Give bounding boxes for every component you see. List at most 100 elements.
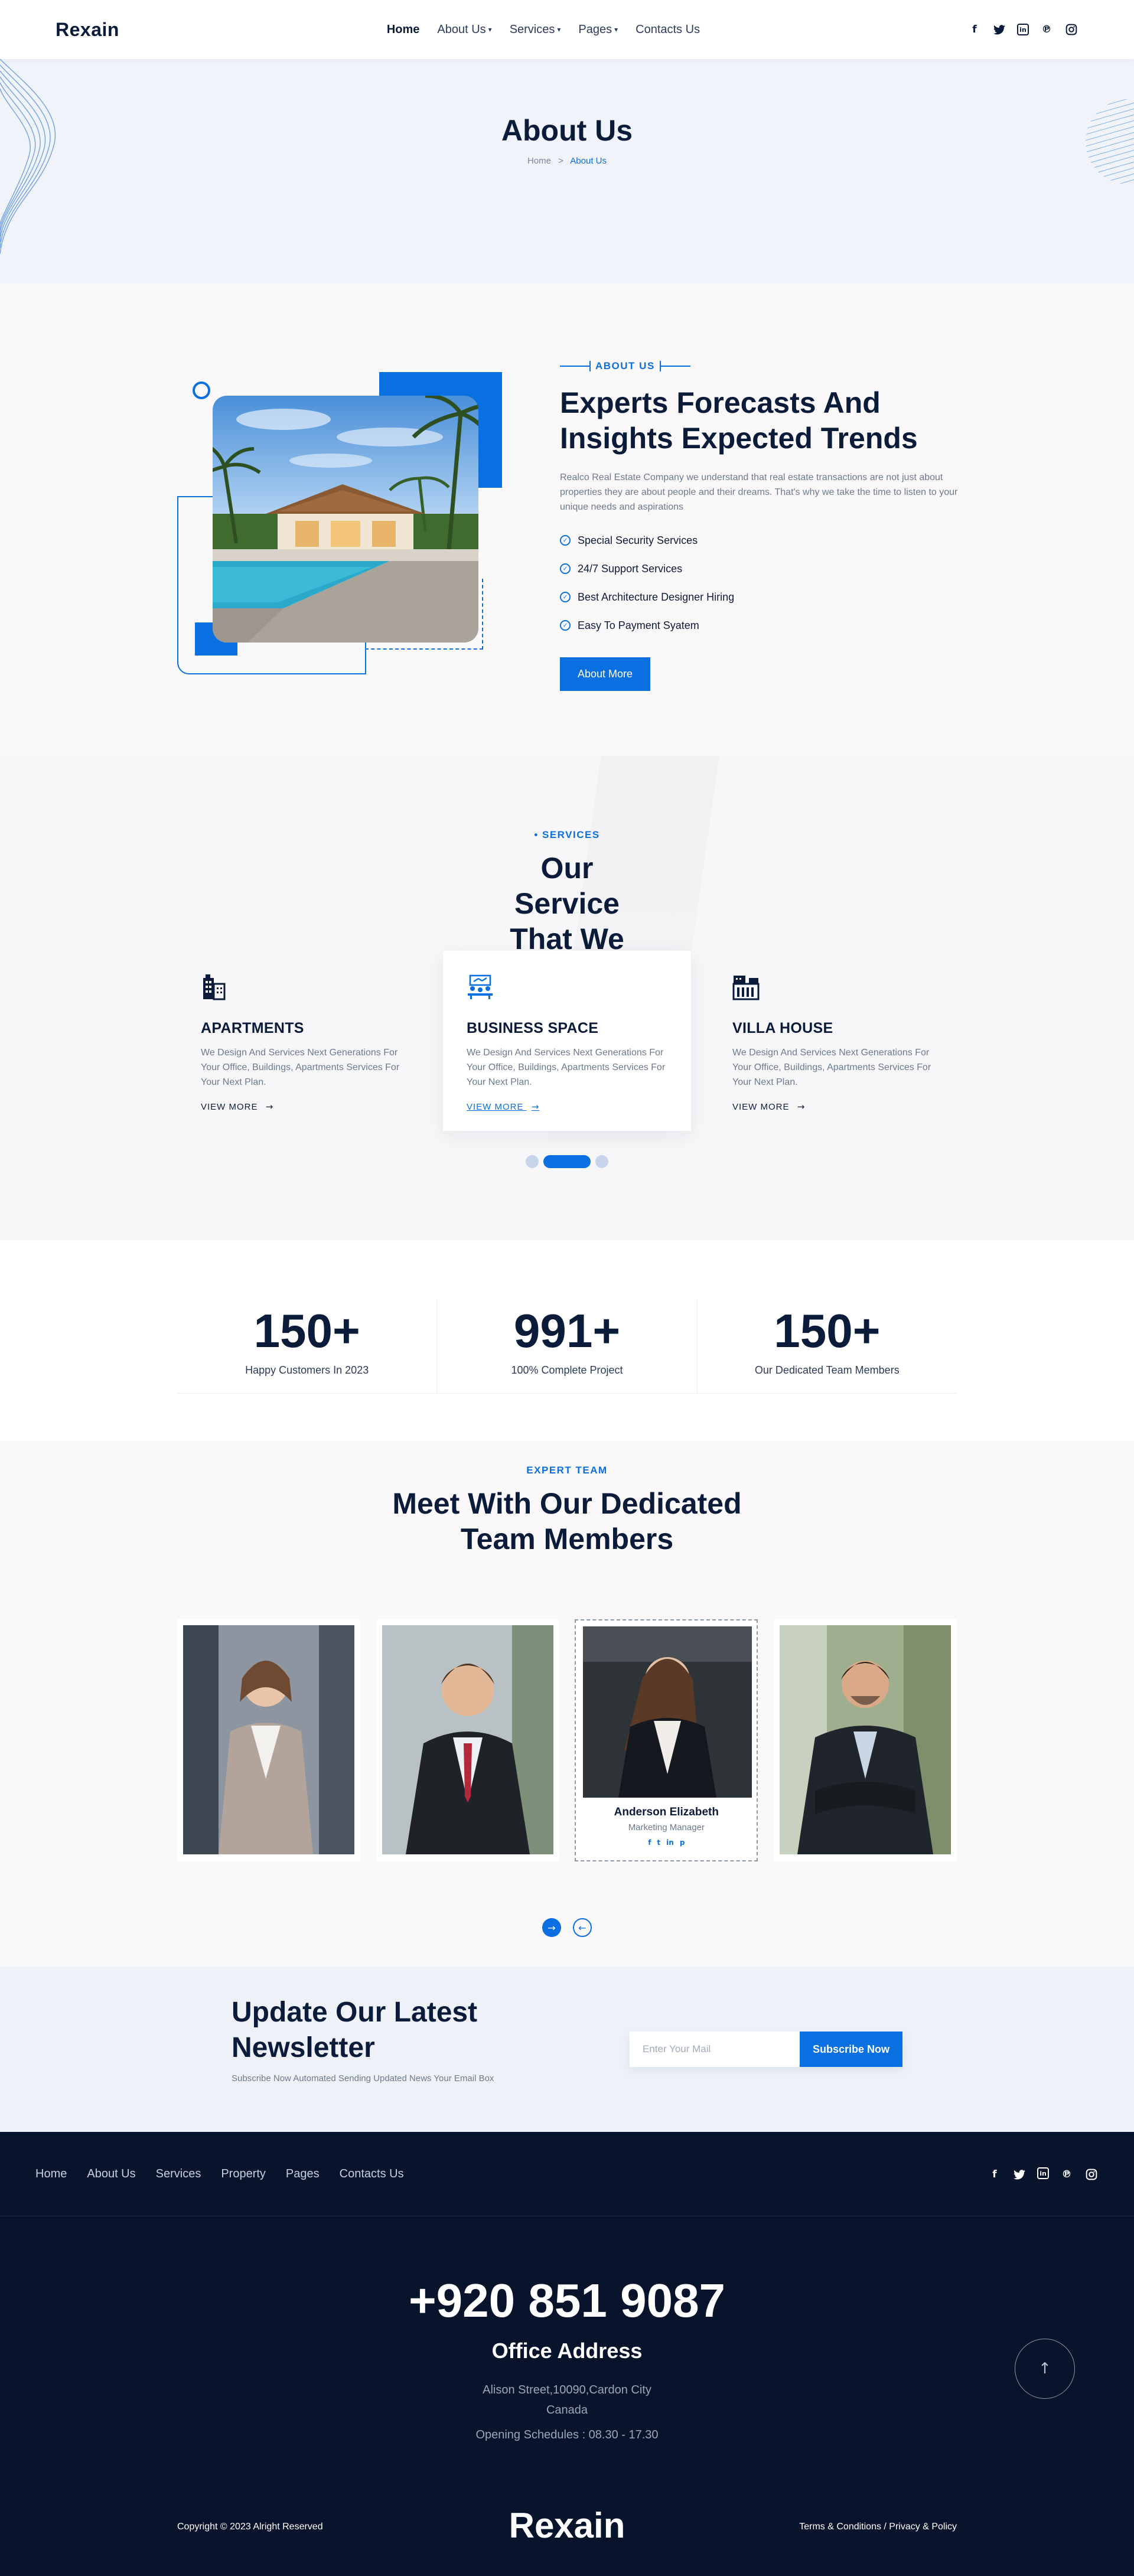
view-more-link[interactable]: VIEW MORE → bbox=[201, 1101, 273, 1112]
newsletter-form: Subscribe Now bbox=[630, 2032, 902, 2067]
villa-icon bbox=[732, 976, 760, 1000]
nav-item-pages[interactable]: Pages ▾ bbox=[578, 23, 618, 37]
view-more-link[interactable]: VIEW MORE → bbox=[732, 1101, 805, 1112]
header-socials: f in ℗ bbox=[967, 22, 1078, 37]
eyebrow-label: ABOUT US bbox=[595, 360, 655, 371]
nav-item-home[interactable]: Home bbox=[387, 23, 420, 37]
feature-label: Easy To Payment Syatem bbox=[578, 619, 699, 631]
newsletter-text: Subscribe Now Automated Sending Updated … bbox=[232, 2073, 494, 2083]
stat-item: 991+ 100% Complete Project bbox=[437, 1299, 698, 1393]
section-eyebrow: ABOUT US bbox=[560, 360, 962, 372]
about-heading: Experts Forecasts And Insights Expected … bbox=[560, 386, 918, 455]
footer-link-pages[interactable]: Pages bbox=[286, 2167, 320, 2181]
service-title: VILLA HOUSE bbox=[732, 1020, 833, 1036]
nav-item-label: Services bbox=[509, 22, 555, 36]
team-members: Anderson Elizabeth Marketing Manager f t… bbox=[177, 1619, 957, 1861]
check-circle-icon: ✓ bbox=[560, 563, 571, 574]
linkedin-icon[interactable]: in bbox=[1016, 24, 1029, 35]
nav-item-contacts-us[interactable]: Contacts Us bbox=[636, 23, 700, 37]
facebook-icon[interactable]: f bbox=[967, 22, 982, 37]
wave-lines-decoration bbox=[0, 59, 56, 255]
team-member-card[interactable] bbox=[177, 1619, 360, 1861]
nav-item-label: Pages bbox=[578, 22, 612, 36]
stats-section: 150+ Happy Customers In 2023 991+ 100% C… bbox=[0, 1240, 1134, 1441]
about-content: ABOUT US Experts Forecasts And Insights … bbox=[560, 360, 962, 691]
footer-link-services[interactable]: Services bbox=[156, 2167, 201, 2181]
facebook-icon[interactable]: f bbox=[988, 2167, 1002, 2182]
hatched-circle-decoration bbox=[1086, 99, 1134, 184]
site-logo[interactable]: Rexain bbox=[56, 19, 119, 41]
chevron-down-icon: ▾ bbox=[614, 25, 618, 34]
scroll-to-top-button[interactable]: ↑ bbox=[1015, 2339, 1075, 2399]
email-field[interactable] bbox=[630, 2032, 800, 2067]
terms-privacy-link[interactable]: Terms & Conditions / Privacy & Policy bbox=[799, 2522, 957, 2532]
team-member-card-active[interactable]: Anderson Elizabeth Marketing Manager f t… bbox=[575, 1619, 758, 1861]
twitter-icon[interactable]: t bbox=[657, 1838, 660, 1847]
pinterest-icon[interactable]: ℗ bbox=[1060, 2167, 1074, 2182]
footer-link-property[interactable]: Property bbox=[221, 2167, 266, 2181]
service-cards: APARTMENTS We Design And Services Next G… bbox=[177, 951, 957, 1131]
stat-item: 150+ Happy Customers In 2023 bbox=[177, 1299, 438, 1393]
twitter-icon[interactable] bbox=[1012, 2167, 1027, 2182]
stat-value: 150+ bbox=[774, 1305, 881, 1357]
pinterest-icon[interactable]: p bbox=[680, 1838, 685, 1847]
meeting-icon bbox=[468, 974, 493, 999]
carousel-dot-active[interactable] bbox=[543, 1155, 591, 1168]
arrow-right-icon: → bbox=[531, 1101, 540, 1112]
check-circle-icon: ✓ bbox=[560, 592, 571, 602]
stat-value: 991+ bbox=[513, 1305, 621, 1357]
view-more-label: VIEW MORE bbox=[467, 1102, 524, 1112]
arrow-left-icon[interactable]: ← bbox=[573, 1918, 592, 1937]
pinterest-icon[interactable]: ℗ bbox=[1040, 22, 1054, 37]
team-member-photo bbox=[183, 1625, 354, 1854]
feature-list: ✓ Special Security Services ✓ 24/7 Support… bbox=[560, 526, 962, 640]
about-more-button[interactable]: About More bbox=[560, 657, 651, 691]
footer-link-home[interactable]: Home bbox=[35, 2167, 67, 2181]
footer-phone[interactable]: +920 851 9087 bbox=[0, 2274, 1134, 2328]
footer-link-about-us[interactable]: About Us bbox=[87, 2167, 135, 2181]
breadcrumb-home[interactable]: Home bbox=[527, 156, 551, 166]
section-eyebrow: EXPERT TEAM bbox=[526, 1465, 608, 1476]
footer-logo[interactable]: Rexain bbox=[0, 2505, 1134, 2546]
service-card[interactable]: APARTMENTS We Design And Services Next G… bbox=[177, 951, 425, 1131]
carousel-dot[interactable] bbox=[526, 1155, 539, 1168]
service-card[interactable]: BUSINESS SPACE We Design And Services Ne… bbox=[443, 951, 691, 1131]
team-member-photo bbox=[382, 1625, 553, 1854]
feature-item: ✓ Special Security Services bbox=[560, 526, 962, 555]
about-image-group bbox=[177, 372, 508, 679]
stat-item: 150+ Our Dedicated Team Members bbox=[698, 1299, 957, 1393]
service-card[interactable]: VILLA HOUSE We Design And Services Next … bbox=[709, 951, 957, 1131]
nav-item-services[interactable]: Services ▾ bbox=[510, 23, 561, 37]
twitter-icon[interactable] bbox=[992, 22, 1006, 37]
linkedin-icon[interactable]: in bbox=[666, 1838, 674, 1847]
about-description: Realco Real Estate Company we understand… bbox=[560, 472, 958, 512]
office-address: Alison Street,10090,Cardon City Canada bbox=[0, 2380, 1134, 2420]
team-carousel-nav: → ← bbox=[542, 1918, 592, 1937]
stat-value: 150+ bbox=[253, 1305, 360, 1357]
arrow-right-icon[interactable]: → bbox=[542, 1918, 561, 1937]
view-more-link[interactable]: VIEW MORE → bbox=[467, 1101, 539, 1112]
facebook-icon[interactable]: f bbox=[648, 1838, 651, 1847]
linkedin-icon[interactable]: in bbox=[1037, 2167, 1049, 2179]
main-nav: Home About Us ▾ Services ▾ Pages ▾ Contacts… bbox=[387, 23, 700, 37]
team-member-card[interactable] bbox=[376, 1619, 559, 1861]
eyebrow-line bbox=[659, 361, 690, 371]
service-text: We Design And Services Next Generations … bbox=[201, 1048, 400, 1087]
check-circle-icon: ✓ bbox=[560, 535, 571, 546]
breadcrumb: Home > About Us bbox=[0, 156, 1134, 166]
eyebrow-label: SERVICES bbox=[542, 829, 600, 840]
subscribe-button[interactable]: Subscribe Now bbox=[800, 2032, 902, 2067]
check-circle-icon: ✓ bbox=[560, 620, 571, 631]
nav-item-label: Contacts Us bbox=[636, 22, 700, 36]
breadcrumb-current: About Us bbox=[570, 156, 607, 166]
stats-row: 150+ Happy Customers In 2023 991+ 100% C… bbox=[177, 1299, 957, 1394]
team-member-card[interactable] bbox=[773, 1619, 957, 1861]
view-more-label: VIEW MORE bbox=[201, 1102, 258, 1112]
footer-link-contacts-us[interactable]: Contacts Us bbox=[340, 2167, 404, 2181]
carousel-dot[interactable] bbox=[595, 1155, 608, 1168]
arrow-right-icon: → bbox=[797, 1101, 806, 1112]
instagram-icon[interactable] bbox=[1064, 22, 1078, 37]
about-section: ABOUT US Experts Forecasts And Insights … bbox=[0, 283, 1134, 756]
instagram-icon[interactable] bbox=[1084, 2167, 1099, 2182]
nav-item-about-us[interactable]: About Us ▾ bbox=[437, 23, 491, 37]
